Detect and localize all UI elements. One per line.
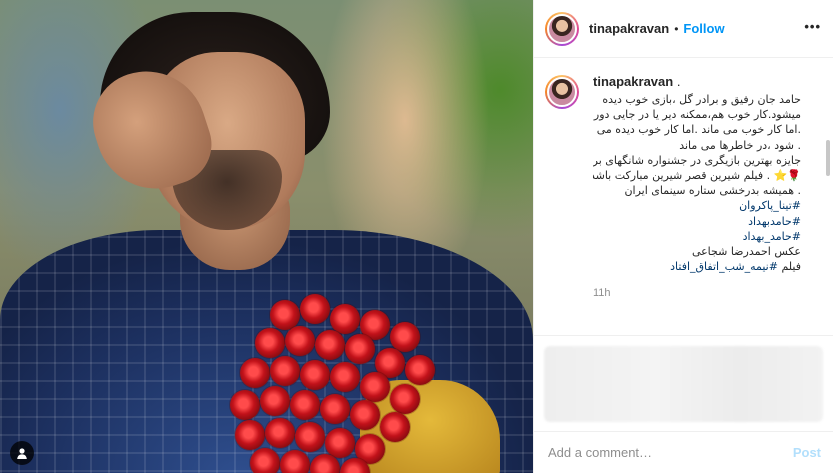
caption-line: حامد جان رفیق و برادر گل ،بازی خوب دیده [602, 93, 801, 106]
caption-line: . همیشه بدرخشی ستاره سینمای ایران [624, 184, 801, 198]
film-line: فیلم #نیمه_شب_اتفاق_افتاد [593, 259, 801, 274]
caption-line: جایزه بهترین بازیگری در جشنواره شانگهای … [593, 153, 801, 167]
avatar[interactable] [545, 11, 579, 46]
film-line-prefix: فیلم [777, 260, 801, 274]
post-photo[interactable] [0, 0, 533, 473]
caption-body: tinapakravan . حامد جان رفیق و برادر گل … [593, 74, 815, 299]
caption-line: .اما کار خوب می ماند .اما کار خوب دیده م… [596, 123, 801, 137]
caption-line: . شود ،در خاطرها می ماند [679, 138, 801, 152]
caption: tinapakravan . حامد جان رفیق و برادر گل … [545, 74, 821, 299]
follow-button[interactable]: Follow [683, 21, 724, 36]
comments-scrollbar[interactable] [826, 140, 830, 176]
post-header: tinapakravan • Follow ••• [534, 0, 833, 58]
photo-credit: عکس احمدرضا شجاعی [691, 245, 801, 259]
post-comment-button[interactable]: Post [793, 445, 821, 460]
post-side-panel: tinapakravan • Follow ••• tinapakravan .… [533, 0, 833, 473]
caption-line: 🌹⭐ . فیلم شیرین قصر شیرین مبارکت باشد [593, 169, 801, 183]
post-username[interactable]: tinapakravan [589, 21, 669, 36]
add-comment-bar: Post [534, 432, 833, 472]
caption-text: حامد جان رفیق و برادر گل ،بازی خوب دیده … [593, 92, 801, 274]
tagged-people-button[interactable] [10, 441, 34, 465]
caption-username-trail: . [673, 74, 681, 89]
caption-username[interactable]: tinapakravan [593, 74, 673, 89]
comments-section: tinapakravan . حامد جان رفیق و برادر گل … [534, 58, 833, 336]
hashtag-link[interactable]: #نیمه_شب_اتفاق_افتاد [670, 260, 778, 273]
user-tag-icon [17, 448, 27, 459]
post-timestamp[interactable]: 11h [593, 287, 815, 299]
action-bar-blurred [534, 336, 833, 432]
header-separator: • [674, 21, 679, 36]
hashtag-link[interactable]: #حامدبهداد [593, 214, 801, 229]
photo-roses [230, 294, 460, 473]
blurred-overlay [544, 346, 823, 422]
comment-input[interactable] [548, 444, 793, 460]
caption-avatar[interactable] [545, 75, 579, 109]
caption-line: میشود.کار خوب هم،ممکنه دیر یا در جایی دو… [593, 108, 801, 122]
more-options-icon[interactable]: ••• [804, 20, 821, 33]
hashtag-link[interactable]: #تینا_پاکروان [593, 198, 801, 213]
hashtag-link[interactable]: #حامد_بهداد [593, 229, 801, 244]
caption-username-row: tinapakravan . [593, 74, 815, 89]
